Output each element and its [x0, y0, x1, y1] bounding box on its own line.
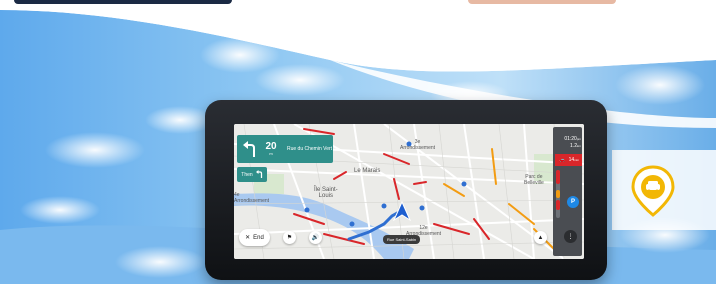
current-street-label: Rue Saint-Sabin [383, 235, 421, 244]
end-button-label: End [253, 234, 264, 241]
progress-segment-traffic [556, 200, 560, 210]
progress-segment-slow [556, 190, 560, 198]
remaining-distance: 1.2 [570, 143, 577, 149]
volume-button[interactable]: 🔊 [309, 231, 322, 244]
progress-segment-traffic [556, 170, 560, 184]
volume-icon: 🔊 [311, 235, 320, 241]
parking-pin[interactable]: P [567, 196, 579, 208]
turn-left-icon [237, 135, 263, 163]
remaining-distance-unit: km [577, 144, 581, 148]
route-progress-bar [556, 170, 560, 218]
compass-button[interactable]: ▲ [534, 231, 547, 244]
map-label-district-top: 3e Arrondissement [400, 139, 436, 151]
turn-instruction-card[interactable]: 20 m Rue du Chemin Vert [237, 135, 333, 163]
traffic-car-icon: 🚗 [559, 157, 566, 163]
hero-banner: 3e Arrondissement Le Marais Île Saint- L… [0, 0, 716, 284]
map-label-le-marais: Le Marais [354, 168, 381, 174]
map-label-ile-saint-louis: Île Saint- Louis [314, 187, 338, 199]
turn-distance: 20 m [263, 142, 279, 156]
map-label-parc-belleville: Parc de Belleville [524, 174, 544, 186]
report-icon: ⚑ [286, 235, 293, 241]
then-label: Then [241, 171, 253, 178]
close-icon: ✕ [245, 235, 251, 241]
arrival-time: 01:20 [564, 136, 577, 142]
traffic-delay-unit: min [574, 158, 579, 162]
turn-street-name: Rue du Chemin Vert [287, 146, 333, 152]
compass-icon: ▲ [537, 234, 544, 241]
then-instruction-card[interactable]: Then [237, 167, 267, 182]
turn-distance-unit: m [269, 151, 273, 156]
turn-left-small-icon [255, 169, 263, 180]
more-icon: ⋮ [567, 234, 574, 240]
cropped-dark-image [14, 0, 232, 4]
more-button[interactable]: ⋮ [564, 230, 577, 243]
end-navigation-button[interactable]: ✕ End [239, 229, 270, 246]
map-label-arrondissement-left: 4e Arrondissement [234, 192, 270, 204]
car-pin-icon [631, 165, 675, 217]
trip-info-text: 01:20pm 1.2km [557, 136, 581, 150]
cropped-hand-image [468, 0, 616, 4]
report-button[interactable]: ⚑ [283, 231, 296, 244]
traffic-delay-badge[interactable]: 🚗 14 min [555, 154, 582, 166]
arrival-time-unit: pm [576, 137, 581, 141]
